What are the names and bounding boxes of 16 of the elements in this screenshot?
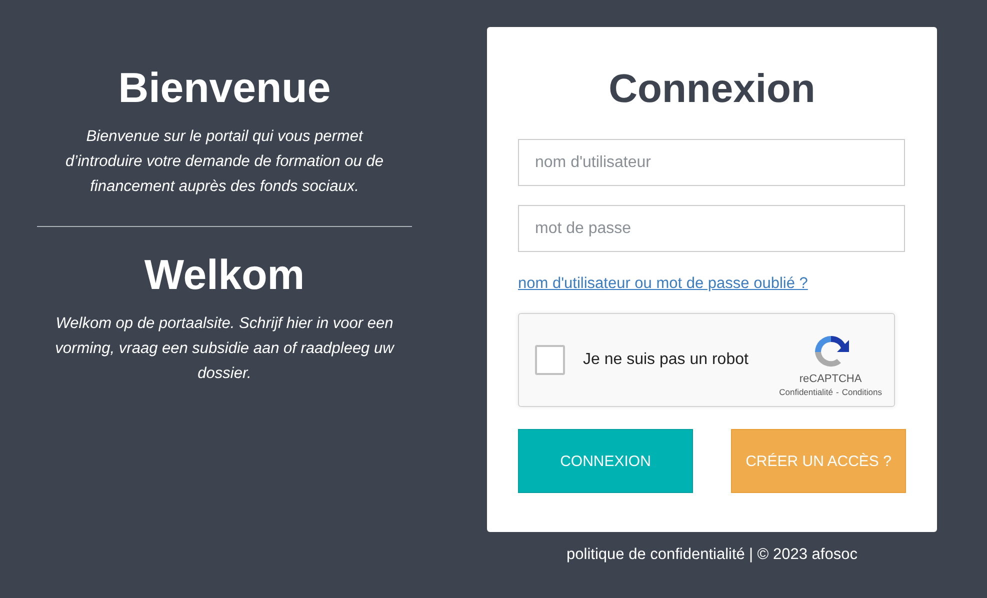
captcha-label: Je ne suis pas un robot	[583, 351, 750, 369]
login-title: Connexion	[608, 66, 816, 113]
separator-text: -	[836, 387, 839, 397]
password-field[interactable]: mot de passe	[518, 205, 905, 252]
privacy-link[interactable]: Confidentialité	[779, 387, 833, 397]
copyright-text: | © 2023 afosoc	[748, 546, 858, 564]
terms-link[interactable]: Conditions	[842, 387, 882, 397]
welcome-text: Welkom op de portaalsite. Schrijf hier in voor een vorming, vraag een subsidie aan of raadpleeg uw dossier.	[54, 314, 396, 384]
welcome-heading: Bienvenue	[118, 63, 331, 113]
welcome-heading: Welkom	[144, 250, 305, 300]
captcha-brand: reCAPTCHA	[799, 373, 862, 385]
captcha-checkbox[interactable]	[535, 345, 565, 375]
username-field[interactable]: nom d'utilisateur	[518, 139, 905, 186]
privacy-policy-link[interactable]: politique de confidentialité	[566, 546, 745, 564]
welcome-text: Bienvenue sur le portail qui vous permet d’introduire votre demande de formation ou de financement auprès des fonds sociaux.	[64, 127, 384, 197]
forgot-password-link[interactable]: nom d'utilisateur ou mot de passe oublié ?	[518, 275, 808, 293]
